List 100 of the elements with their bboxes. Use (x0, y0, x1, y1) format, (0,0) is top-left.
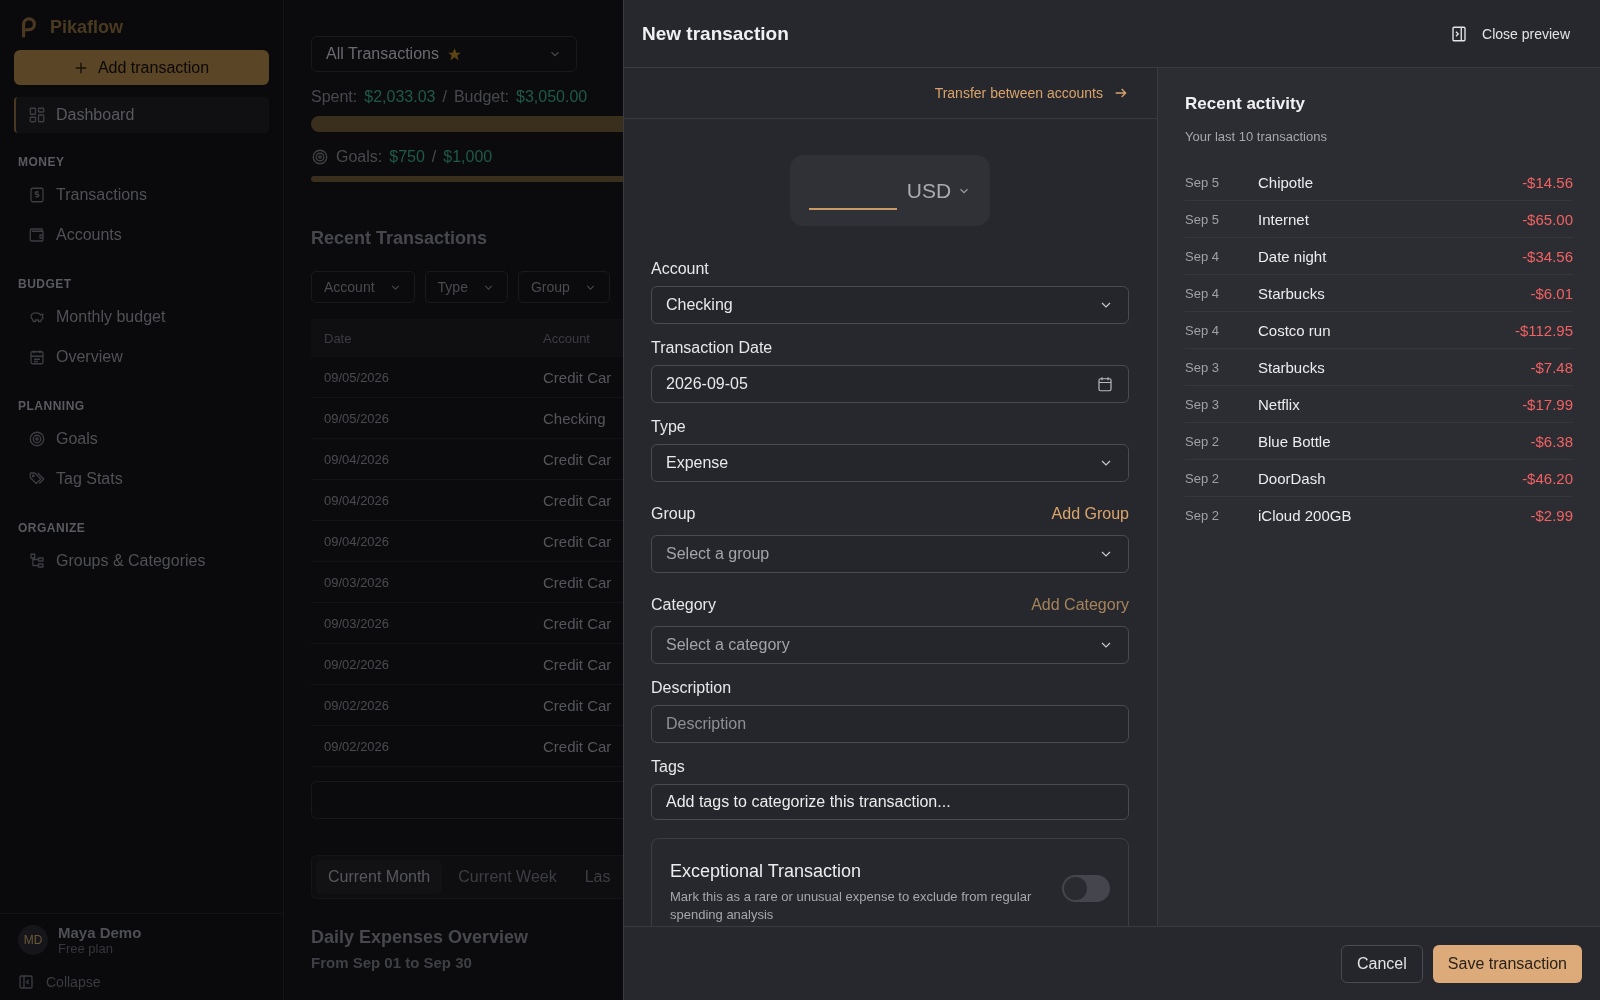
activity-amount: -$2.99 (1530, 506, 1573, 524)
activity-date: Sep 4 (1185, 322, 1220, 338)
grid-icon (28, 106, 46, 124)
activity-name: Date night (1258, 247, 1328, 265)
avatar: MD (18, 925, 48, 955)
add-transaction-button[interactable]: Add transaction (14, 50, 269, 85)
field-label: Tags (651, 758, 685, 776)
table-cell: Credit Car (543, 368, 612, 386)
table-cell-text: 09/04/2026 (323, 492, 391, 508)
table-cell: Credit Car (543, 696, 612, 714)
select-field[interactable]: Checking (651, 286, 1129, 324)
add-link[interactable]: Add Group (1051, 505, 1129, 523)
filter-dropdown[interactable]: Account (311, 271, 415, 303)
toggle-switch[interactable] (1062, 875, 1110, 902)
activity-name: Starbucks (1258, 358, 1326, 376)
save-button[interactable]: Save transaction (1432, 944, 1582, 983)
table-cell: Credit Car (543, 491, 612, 509)
target-icon (28, 430, 46, 448)
sidebar-item[interactable]: Goals (14, 419, 269, 459)
plus-icon (73, 60, 88, 75)
table-cell-text: 09/02/2026 (323, 738, 391, 754)
chart-title: Daily Expenses Overview (311, 927, 530, 948)
tags-field[interactable]: Add tags to categorize this transaction... (651, 784, 1129, 820)
sidebar-item[interactable]: Accounts (14, 215, 269, 255)
filter-dropdown[interactable]: Group (517, 271, 610, 303)
activity-amount: -$6.38 (1530, 432, 1573, 450)
select-field[interactable]: Expense (651, 444, 1129, 482)
cancel-button[interactable]: Cancel (1341, 944, 1423, 983)
activity-date: Sep 2 (1185, 470, 1220, 486)
activity-amount: -$6.01 (1530, 284, 1573, 302)
activity-date: Sep 4 (1185, 248, 1220, 264)
currency-select[interactable]: USD (906, 178, 972, 203)
activity-date: Sep 3 (1185, 359, 1220, 375)
table-cell-text: 09/05/2026 (323, 369, 391, 385)
activity-amount: -$46.20 (1522, 469, 1573, 487)
sidebar-item[interactable]: Overview (14, 337, 269, 377)
nav-section-heading: BUDGET (17, 276, 73, 293)
activity-name: Chipotle (1258, 173, 1315, 191)
sidebar-item[interactable]: Tag Stats (14, 459, 269, 499)
view-select[interactable]: All Transactions (311, 36, 577, 72)
panel-icon (1450, 24, 1469, 43)
table-cell-text: 09/03/2026 (323, 615, 391, 631)
select-field[interactable]: Select a group (651, 535, 1129, 573)
activity-name: Blue Bottle (1258, 432, 1332, 450)
activity-date: Sep 5 (1185, 174, 1220, 190)
nav-section-heading: MONEY (17, 154, 66, 171)
table-cell: Credit Car (543, 450, 612, 468)
field-label: Account (651, 260, 709, 278)
sidebar-item[interactable]: Monthly budget (14, 297, 269, 337)
activity-name: iCloud 200GB (1258, 506, 1353, 524)
table-cell: Credit Car (543, 737, 612, 755)
add-link: Add Category (1031, 596, 1129, 614)
transfer-link[interactable]: Transfer between accounts (934, 85, 1129, 101)
field-label: Category (651, 596, 716, 614)
table-cell-text: 09/02/2026 (323, 697, 391, 713)
activity-amount: -$7.48 (1530, 358, 1573, 376)
table-cell: Credit Car (543, 655, 612, 673)
table-cell: Credit Car (543, 614, 612, 632)
select-field[interactable]: Select a category (651, 626, 1129, 664)
table-cell: Credit Car (543, 573, 612, 591)
filter-dropdown[interactable]: Type (424, 271, 508, 303)
calendar-icon (28, 348, 46, 366)
stat-value: $750 (389, 148, 425, 166)
table-cell-text: 09/04/2026 (323, 533, 391, 549)
period-tab[interactable]: Current Month (316, 860, 443, 894)
brand-name: Pikaflow (50, 16, 124, 38)
sidebar-item[interactable]: Dashboard (14, 97, 269, 133)
tree-icon (28, 552, 46, 570)
activity-name: DoorDash (1258, 469, 1327, 487)
separator: / (431, 148, 437, 166)
activity-amount: -$65.00 (1522, 210, 1573, 228)
panel-subtitle: Your last 10 transactions (1185, 129, 1328, 144)
stat-label: Goals: (336, 148, 383, 166)
sidebar-collapse-icon (18, 974, 34, 990)
activity-date: Sep 3 (1185, 396, 1220, 412)
close-preview-button[interactable]: Close preview (1450, 24, 1570, 43)
stat-value: $1,000 (443, 148, 493, 166)
activity-name: Costco run (1258, 321, 1332, 339)
nav-section-heading: ORGANIZE (17, 520, 87, 537)
activity-name: Starbucks (1258, 284, 1326, 302)
activity-amount: -$14.56 (1522, 173, 1573, 191)
field-label: Group (651, 505, 696, 523)
table-cell: Credit Car (543, 532, 612, 550)
stat-value: $3,050.00 (516, 88, 588, 106)
input-field[interactable]: Description (651, 705, 1129, 743)
activity-date: Sep 4 (1185, 285, 1220, 301)
activity-name: Netflix (1258, 395, 1301, 413)
date-field[interactable]: 2026-09-05 (651, 365, 1129, 403)
sidebar-item[interactable]: Transactions (14, 175, 269, 215)
sidebar-item[interactable]: Groups & Categories (14, 541, 269, 581)
table-cell-text: 09/03/2026 (323, 574, 391, 590)
option-title: Exceptional Transaction (670, 861, 863, 882)
section-title: Recent Transactions (311, 228, 489, 249)
nav-section-heading: PLANNING (17, 398, 86, 415)
receipt-icon (28, 186, 46, 204)
option-description: Mark this as a rare or unusual expense to exclude from regular spending analysis (670, 888, 1033, 924)
field-label: Transaction Date (651, 339, 773, 357)
field-label: Type (651, 418, 686, 436)
activity-date: Sep 2 (1185, 433, 1220, 449)
table-cell-text: 09/05/2026 (323, 410, 391, 426)
